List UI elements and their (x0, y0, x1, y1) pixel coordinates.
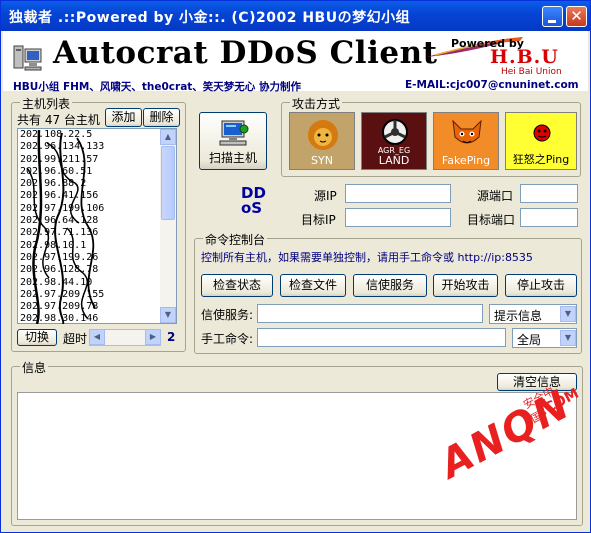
dst-ip-field[interactable] (345, 208, 451, 227)
attack-method-label: 攻击方式 (290, 95, 343, 112)
chevron-down-icon[interactable]: ▼ (560, 306, 576, 322)
ddos-logo-bottom: oS (241, 199, 263, 217)
steering-wheel-icon (382, 119, 408, 145)
title-bar[interactable]: 独裁者 .::Powered by 小金::. (C)2002 HBUの梦幻小组… (1, 1, 590, 31)
manual-command-label: 手工命令: (201, 332, 254, 346)
src-ip-label: 源IP (314, 189, 337, 203)
timeout-slider[interactable]: ◀ ▶ (89, 329, 161, 346)
lion-icon (308, 120, 338, 150)
dst-port-label: 目标端口 (467, 213, 516, 227)
attack-land-button[interactable]: AGR_EG LAND (361, 112, 427, 170)
add-host-button[interactable]: 添加 (105, 108, 142, 127)
attack-land-label: LAND (378, 154, 410, 167)
scope-select-value: 全局 (517, 333, 542, 347)
timeout-label: 超时 (63, 332, 88, 346)
attack-rageping-button[interactable]: 狂怒之Ping (505, 112, 577, 170)
attack-rageping-label: 狂怒之Ping (512, 153, 570, 166)
src-port-label: 源端口 (477, 189, 514, 203)
scroll-thumb[interactable] (161, 146, 175, 220)
hbu-logo-text: H.B.U (490, 46, 559, 68)
info-label: 信息 (20, 359, 49, 376)
dst-port-field[interactable] (520, 208, 578, 227)
credits-text: HBU小组 FHM、风啸天、the0crat、笑天梦无心 协力制作 (13, 81, 301, 93)
attack-syn-button[interactable]: SYN (289, 112, 355, 170)
scan-computer-icon (219, 120, 249, 146)
main-window: 独裁者 .::Powered by 小金::. (C)2002 HBUの梦幻小组… (0, 0, 591, 533)
check-status-button[interactable]: 检查状态 (201, 274, 273, 297)
chevron-down-icon[interactable]: ▼ (560, 330, 576, 346)
banner: Autocrat DDoS Client Powered by H.B.U He… (3, 31, 588, 93)
computer-icon (13, 45, 42, 71)
manual-command-input[interactable] (257, 328, 506, 347)
app-title: Autocrat DDoS Client (53, 35, 438, 71)
timeout-value: 2 (167, 330, 176, 344)
attack-fakeping-button[interactable]: FakePing (433, 112, 499, 170)
email-text: E-MAIL:cjc007@cnuninet.com (405, 79, 579, 91)
scan-host-label: 扫描主机 (208, 151, 257, 165)
close-button[interactable]: ✕ (566, 6, 587, 27)
messenger-input[interactable] (257, 304, 483, 323)
slider-right-arrow[interactable]: ▶ (145, 329, 161, 345)
attack-fakeping-label: FakePing (441, 154, 491, 167)
window-title: 独裁者 .::Powered by 小金::. (C)2002 HBUの梦幻小组 (9, 10, 411, 26)
start-attack-button[interactable]: 开始攻击 (433, 274, 498, 297)
command-console-label: 命令控制台 (203, 231, 268, 248)
src-port-field[interactable] (520, 184, 578, 203)
messenger-select-value: 提示信息 (494, 309, 543, 323)
check-file-button[interactable]: 检查文件 (280, 274, 346, 297)
messenger-label: 信使服务: (201, 308, 254, 322)
host-list-scrollbar[interactable]: ▲ ▼ (160, 129, 176, 323)
fox-icon (452, 119, 482, 144)
scan-host-button[interactable]: 扫描主机 (199, 112, 267, 170)
slider-left-arrow[interactable]: ◀ (89, 329, 105, 345)
scroll-down-arrow[interactable]: ▼ (160, 307, 176, 323)
host-count-text: 共有 47 台主机 (17, 113, 100, 127)
delete-host-button[interactable]: 删除 (143, 108, 180, 127)
hand-drawn-scribble (26, 129, 96, 324)
ladybug-icon (533, 124, 551, 142)
command-hint: 控制所有主机，如果需要单独控制，请用手工命令或 http://ip:8535 (201, 251, 533, 264)
minimize-button[interactable] (542, 6, 563, 27)
switch-button[interactable]: 切换 (17, 329, 57, 346)
scope-select[interactable]: 全局 ▼ (512, 328, 577, 348)
hbu-subtitle: Hei Bai Union (501, 67, 562, 77)
scroll-up-arrow[interactable]: ▲ (160, 129, 176, 145)
messenger-service-button[interactable]: 信使服务 (353, 274, 427, 297)
host-list-label: 主机列表 (20, 95, 73, 112)
dst-ip-label: 目标IP (301, 213, 336, 227)
attack-syn-label: SYN (311, 154, 333, 167)
messenger-select[interactable]: 提示信息 ▼ (489, 304, 577, 324)
src-ip-field[interactable] (345, 184, 451, 203)
stop-attack-button[interactable]: 停止攻击 (505, 274, 577, 297)
